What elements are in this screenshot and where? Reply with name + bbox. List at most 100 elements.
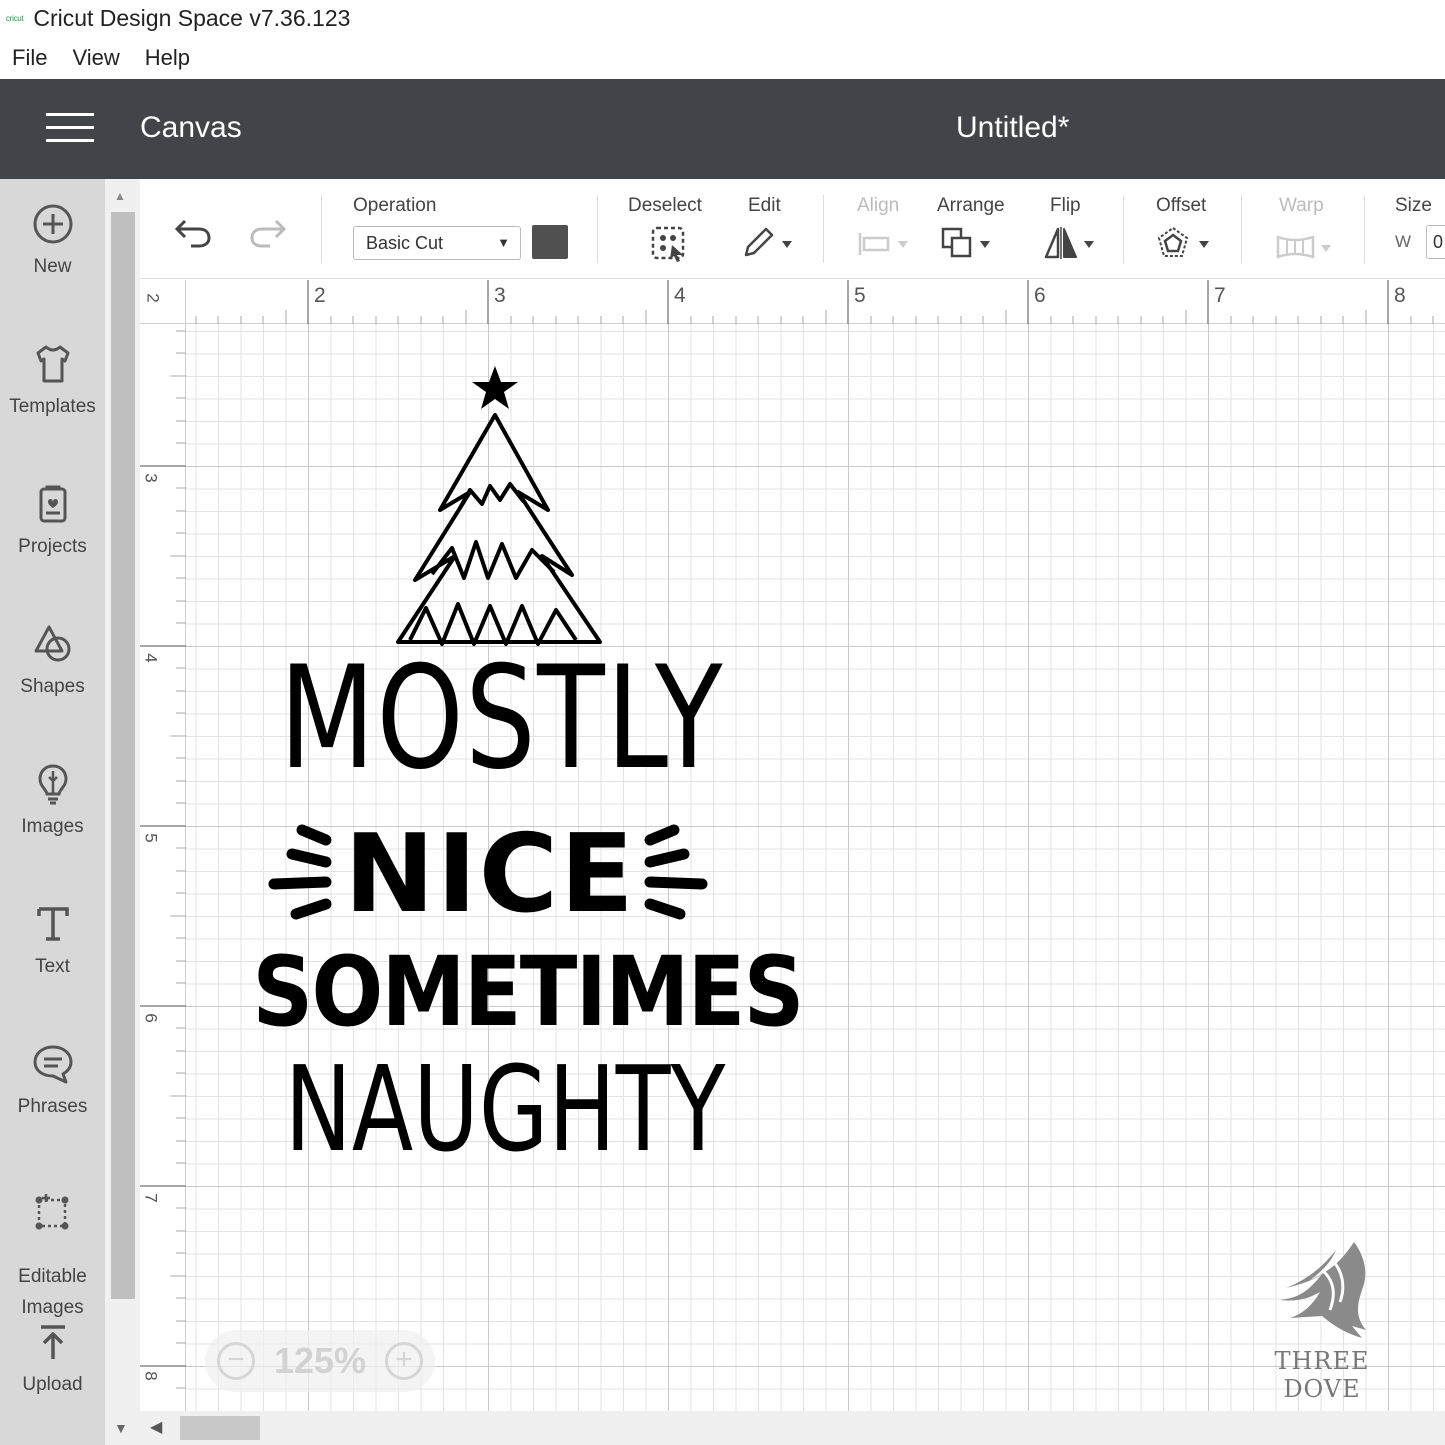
window-titlebar: cricut Cricut Design Space v7.36.123 — [0, 0, 1445, 36]
design-line-mostly: MOSTLY — [279, 636, 725, 801]
ruler-left-label: 3 — [141, 473, 161, 483]
toolbar-divider — [321, 195, 322, 263]
ruler-left-label: 4 — [141, 653, 161, 663]
design-line-naughty: NAUGHTY — [284, 1040, 726, 1178]
zoom-level: 125% — [273, 1340, 367, 1381]
scroll-left-arrow-icon[interactable]: ◀ — [150, 1417, 162, 1437]
ruler-left-label: 6 — [141, 1013, 161, 1023]
section-title: Canvas — [140, 111, 242, 144]
ruler-left — [140, 280, 186, 1411]
speech-bubble-icon — [33, 1045, 72, 1084]
sidebar-item-images[interactable]: Images — [0, 763, 105, 842]
sidebar-item-text[interactable]: Text — [0, 903, 105, 982]
arrange-icon[interactable] — [940, 225, 996, 261]
toolbar-divider — [597, 195, 598, 263]
zoom-in-button[interactable]: + — [384, 1342, 423, 1380]
warp-icon[interactable] — [1275, 231, 1335, 261]
scroll-down-arrow-icon[interactable]: ▼ — [114, 1420, 128, 1436]
sidebar-item-label: Images — [21, 816, 84, 837]
operation-select[interactable]: Basic Cut ▼ — [353, 226, 521, 260]
ruler-top-label: 6 — [1034, 284, 1046, 307]
toolbar-divider — [1364, 195, 1365, 263]
sidebar-scrollbar-thumb[interactable] — [111, 212, 135, 1299]
flip-icon[interactable] — [1042, 225, 1102, 261]
plus-circle-icon — [33, 204, 72, 244]
chevron-down-icon: ▼ — [497, 235, 510, 250]
window-title: Cricut Design Space v7.36.123 — [33, 4, 351, 31]
edit-pencil-icon[interactable] — [740, 225, 796, 261]
horizontal-scrollbar-thumb[interactable] — [180, 1416, 260, 1440]
sidebar-item-label: Editable Images — [18, 1266, 87, 1318]
undo-icon[interactable] — [173, 215, 213, 249]
size-label: Size — [1395, 195, 1432, 216]
edit-toolbar: Operation Basic Cut ▼ Deselect Edit Alig… — [140, 179, 1445, 279]
app-header: Canvas Untitled* — [0, 79, 1445, 179]
ruler-top-label: 5 — [854, 284, 866, 307]
sidebar-item-phrases[interactable]: Phrases — [0, 1043, 105, 1122]
ruler-top — [140, 280, 1445, 324]
operation-value: Basic Cut — [366, 233, 444, 253]
operation-color-swatch[interactable] — [532, 225, 568, 259]
left-sidebar: New Templates Projects Shapes Images Tex… — [0, 179, 105, 1445]
ruler-top-label: 7 — [1214, 284, 1226, 307]
upload-icon — [40, 1325, 65, 1359]
offset-icon[interactable] — [1155, 225, 1215, 263]
projects-icon — [39, 485, 66, 523]
horizontal-scrollbar[interactable]: ◀ — [140, 1411, 1445, 1445]
sidebar-item-templates[interactable]: Templates — [0, 343, 105, 422]
sidebar-item-editable-images[interactable]: Editable Images — [0, 1169, 105, 1345]
edit-label: Edit — [748, 195, 781, 216]
sidebar-item-projects[interactable]: Projects — [0, 483, 105, 562]
shapes-icon — [34, 625, 70, 662]
align-label: Align — [857, 195, 900, 216]
sidebar-item-label: Shapes — [20, 676, 85, 697]
sidebar-item-label: Templates — [9, 396, 96, 417]
flip-label: Flip — [1050, 195, 1081, 216]
align-icon[interactable] — [856, 229, 912, 259]
dove-logo-icon — [1280, 1242, 1366, 1338]
menu-bar: File View Help — [0, 38, 203, 78]
watermark-text: THREE DOVE — [1274, 1347, 1370, 1403]
toolbar-divider — [823, 195, 824, 263]
ruler-left-label: 8 — [141, 1371, 161, 1381]
warp-label: Warp — [1279, 195, 1324, 216]
watermark: THREE DOVE — [1232, 1240, 1412, 1403]
toolbar-divider — [1123, 195, 1124, 263]
sidebar-item-upload[interactable]: Upload — [0, 1321, 105, 1400]
sparkle-right-graphic — [644, 824, 708, 920]
size-width-label: W — [1395, 232, 1412, 251]
hamburger-menu-icon[interactable] — [46, 113, 94, 143]
design-line-sometimes: SOMETIMES — [252, 936, 804, 1048]
size-width-input[interactable]: 0 — [1426, 225, 1445, 259]
canvas-design-group[interactable]: MOSTLY NICE SOMETIMES NAUGHTY — [220, 360, 804, 1178]
toolbar-divider — [1241, 195, 1242, 263]
operation-label: Operation — [353, 195, 437, 216]
scroll-up-arrow-icon[interactable]: ▲ — [114, 189, 126, 203]
ruler-left-label: 5 — [141, 833, 161, 843]
lightbulb-icon — [37, 764, 68, 805]
menu-file[interactable]: File — [12, 45, 47, 71]
sidebar-item-label: Text — [35, 956, 70, 977]
sidebar-item-label: Projects — [18, 536, 87, 557]
menu-help[interactable]: Help — [145, 45, 190, 71]
document-title[interactable]: Untitled* — [956, 111, 1069, 145]
deselect-icon[interactable] — [650, 225, 688, 263]
ruler-corner: 2 — [140, 280, 186, 324]
sidebar-item-shapes[interactable]: Shapes — [0, 623, 105, 702]
ruler-top-label: 2 — [314, 284, 326, 307]
christmas-tree-graphic[interactable] — [220, 360, 760, 660]
editable-image-icon — [35, 1194, 68, 1230]
text-t-icon — [36, 907, 69, 941]
sidebar-item-label: Phrases — [17, 1096, 88, 1117]
deselect-label: Deselect — [628, 195, 702, 216]
menu-view[interactable]: View — [72, 45, 119, 71]
ruler-top-label: 8 — [1394, 284, 1406, 307]
sidebar-item-label: New — [33, 256, 72, 277]
sidebar-item-new[interactable]: New — [0, 203, 105, 282]
ruler-left-label: 7 — [141, 1193, 161, 1203]
offset-label: Offset — [1156, 195, 1207, 216]
ruler-corner-label: 2 — [143, 293, 163, 303]
redo-icon[interactable] — [248, 215, 288, 249]
ruler-top-label: 3 — [494, 284, 506, 307]
zoom-out-button[interactable]: − — [217, 1342, 255, 1380]
